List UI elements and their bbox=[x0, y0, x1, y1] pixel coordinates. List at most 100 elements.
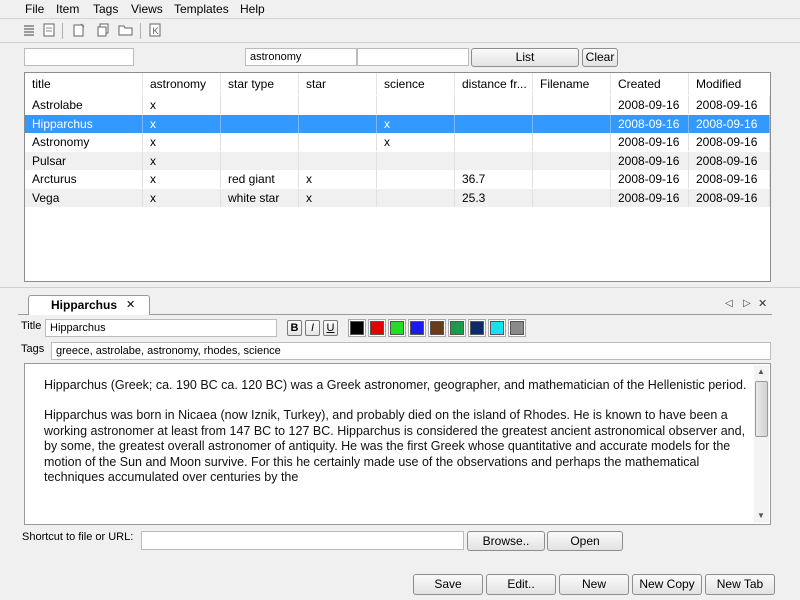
cell-modified: 2008-09-16 bbox=[689, 151, 770, 170]
menu-file[interactable]: File bbox=[25, 2, 44, 16]
cell-filename bbox=[533, 96, 611, 114]
clone-icon[interactable] bbox=[95, 23, 111, 39]
menu-tags[interactable]: Tags bbox=[93, 2, 118, 16]
menu-help[interactable]: Help bbox=[240, 2, 265, 16]
tags-label: Tags bbox=[21, 343, 45, 355]
search-field-2[interactable]: astronomy bbox=[245, 48, 357, 66]
list-icon[interactable] bbox=[21, 23, 37, 39]
color-swatch-fill bbox=[370, 321, 384, 335]
color-swatch[interactable] bbox=[468, 319, 486, 337]
list-button[interactable]: List bbox=[471, 48, 579, 67]
open-folder-icon[interactable] bbox=[118, 23, 134, 39]
menu-item[interactable]: Item bbox=[56, 2, 79, 16]
next-tab-icon[interactable]: ▷ bbox=[743, 298, 751, 309]
body-text-area[interactable]: Hipparchus (Greek; ca. 190 BC ca. 120 BC… bbox=[24, 363, 771, 525]
scroll-up-icon[interactable]: ▲ bbox=[757, 367, 765, 376]
cell-title: Astronomy bbox=[25, 133, 143, 151]
tags-input[interactable]: greece, astrolabe, astronomy, rhodes, sc… bbox=[51, 342, 771, 360]
color-swatch[interactable] bbox=[348, 319, 366, 337]
editor-tab-bar: Hipparchus ✕ bbox=[18, 295, 772, 315]
cell-title: Hipparchus bbox=[25, 114, 143, 133]
prev-tab-icon[interactable]: ◁ bbox=[725, 298, 733, 309]
color-swatch-fill bbox=[510, 321, 524, 335]
toolbar-separator bbox=[62, 23, 63, 39]
search-field-1[interactable] bbox=[24, 48, 134, 66]
title-input[interactable]: Hipparchus bbox=[45, 319, 277, 337]
cell-astronomy: x bbox=[143, 114, 221, 133]
clear-button[interactable]: Clear bbox=[582, 48, 618, 67]
table-row[interactable]: Vega x white star x 25.3 2008-09-16 2008-09-16 bbox=[25, 188, 770, 207]
scroll-thumb[interactable] bbox=[755, 381, 768, 437]
menu-views[interactable]: Views bbox=[131, 2, 163, 16]
column-header-science[interactable]: science bbox=[377, 73, 455, 95]
new-copy-button[interactable]: New Copy bbox=[632, 574, 702, 595]
close-pane-icon[interactable]: ✕ bbox=[758, 297, 767, 310]
cell-star-type bbox=[221, 96, 299, 114]
body-scrollbar[interactable]: ▲ ▼ bbox=[754, 365, 769, 523]
color-swatch-fill bbox=[430, 321, 444, 335]
column-header-title[interactable]: title bbox=[25, 73, 143, 95]
pane-splitter[interactable] bbox=[0, 287, 800, 295]
new-tab-button[interactable]: New Tab bbox=[705, 574, 775, 595]
new-button[interactable]: New bbox=[559, 574, 629, 595]
tab-hipparchus[interactable]: Hipparchus ✕ bbox=[28, 295, 150, 315]
column-header-filename[interactable]: Filename bbox=[533, 73, 611, 95]
scroll-down-icon[interactable]: ▼ bbox=[757, 511, 765, 520]
color-swatch[interactable] bbox=[368, 319, 386, 337]
k-icon[interactable]: K bbox=[147, 23, 163, 39]
column-header-modified[interactable]: Modified bbox=[689, 73, 770, 95]
cell-astronomy: x bbox=[143, 96, 221, 114]
table-row[interactable]: Arcturus x red giant x 36.7 2008-09-16 2008-09… bbox=[25, 170, 770, 188]
cell-modified: 2008-09-16 bbox=[689, 96, 770, 114]
cell-created: 2008-09-16 bbox=[611, 114, 689, 133]
underline-button[interactable]: U bbox=[323, 320, 338, 336]
menu-templates[interactable]: Templates bbox=[174, 2, 229, 16]
cell-astronomy: x bbox=[143, 170, 221, 188]
search-field-3[interactable] bbox=[357, 48, 469, 66]
cell-filename bbox=[533, 151, 611, 170]
shortcut-input[interactable] bbox=[141, 531, 464, 550]
color-swatch[interactable] bbox=[448, 319, 466, 337]
color-swatch[interactable] bbox=[388, 319, 406, 337]
cell-title: Arcturus bbox=[25, 170, 143, 188]
save-button[interactable]: Save bbox=[413, 574, 483, 595]
edit-button[interactable]: Edit.. bbox=[486, 574, 556, 595]
tab-close-icon[interactable]: ✕ bbox=[126, 296, 135, 315]
color-swatch-fill bbox=[470, 321, 484, 335]
cell-title: Vega bbox=[25, 188, 143, 207]
cell-distance bbox=[455, 114, 533, 133]
body-paragraph: Hipparchus (Greek; ca. 190 BC ca. 120 BC… bbox=[44, 378, 747, 392]
color-swatch[interactable] bbox=[428, 319, 446, 337]
column-header-star[interactable]: star bbox=[299, 73, 377, 95]
table-row[interactable]: Pulsar x 2008-09-16 2008-09-16 bbox=[25, 151, 770, 170]
color-swatch-fill bbox=[410, 321, 424, 335]
table-row[interactable]: Hipparchus x x 2008-09-16 2008-09-16 bbox=[25, 114, 770, 133]
cell-created: 2008-09-16 bbox=[611, 170, 689, 188]
cell-star: x bbox=[299, 170, 377, 188]
italic-button[interactable]: I bbox=[305, 320, 320, 336]
cell-star-type: white star bbox=[221, 188, 299, 207]
cell-science bbox=[377, 96, 455, 114]
table-row[interactable]: Astrolabe x 2008-09-16 2008-09-16 bbox=[25, 96, 770, 114]
column-header-star-type[interactable]: star type bbox=[221, 73, 299, 95]
page-icon[interactable] bbox=[41, 23, 57, 39]
color-swatch[interactable] bbox=[508, 319, 526, 337]
cell-filename bbox=[533, 114, 611, 133]
cell-created: 2008-09-16 bbox=[611, 151, 689, 170]
column-header-distance[interactable]: distance fr... bbox=[455, 73, 533, 95]
table-row[interactable]: Astronomy x x 2008-09-16 2008-09-16 bbox=[25, 133, 770, 151]
column-header-created[interactable]: Created bbox=[611, 73, 689, 95]
cell-modified: 2008-09-16 bbox=[689, 188, 770, 207]
browse-button[interactable]: Browse.. bbox=[467, 531, 545, 551]
column-header-astronomy[interactable]: astronomy bbox=[143, 73, 221, 95]
bold-button[interactable]: B bbox=[287, 320, 302, 336]
color-swatch-fill bbox=[350, 321, 364, 335]
cell-distance: 25.3 bbox=[455, 188, 533, 207]
color-swatch[interactable] bbox=[408, 319, 426, 337]
cell-star: x bbox=[299, 188, 377, 207]
open-button[interactable]: Open bbox=[547, 531, 623, 551]
new-page-icon[interactable] bbox=[71, 23, 87, 39]
cell-distance bbox=[455, 151, 533, 170]
shortcut-label: Shortcut to file or URL: bbox=[22, 531, 134, 543]
color-swatch[interactable] bbox=[488, 319, 506, 337]
